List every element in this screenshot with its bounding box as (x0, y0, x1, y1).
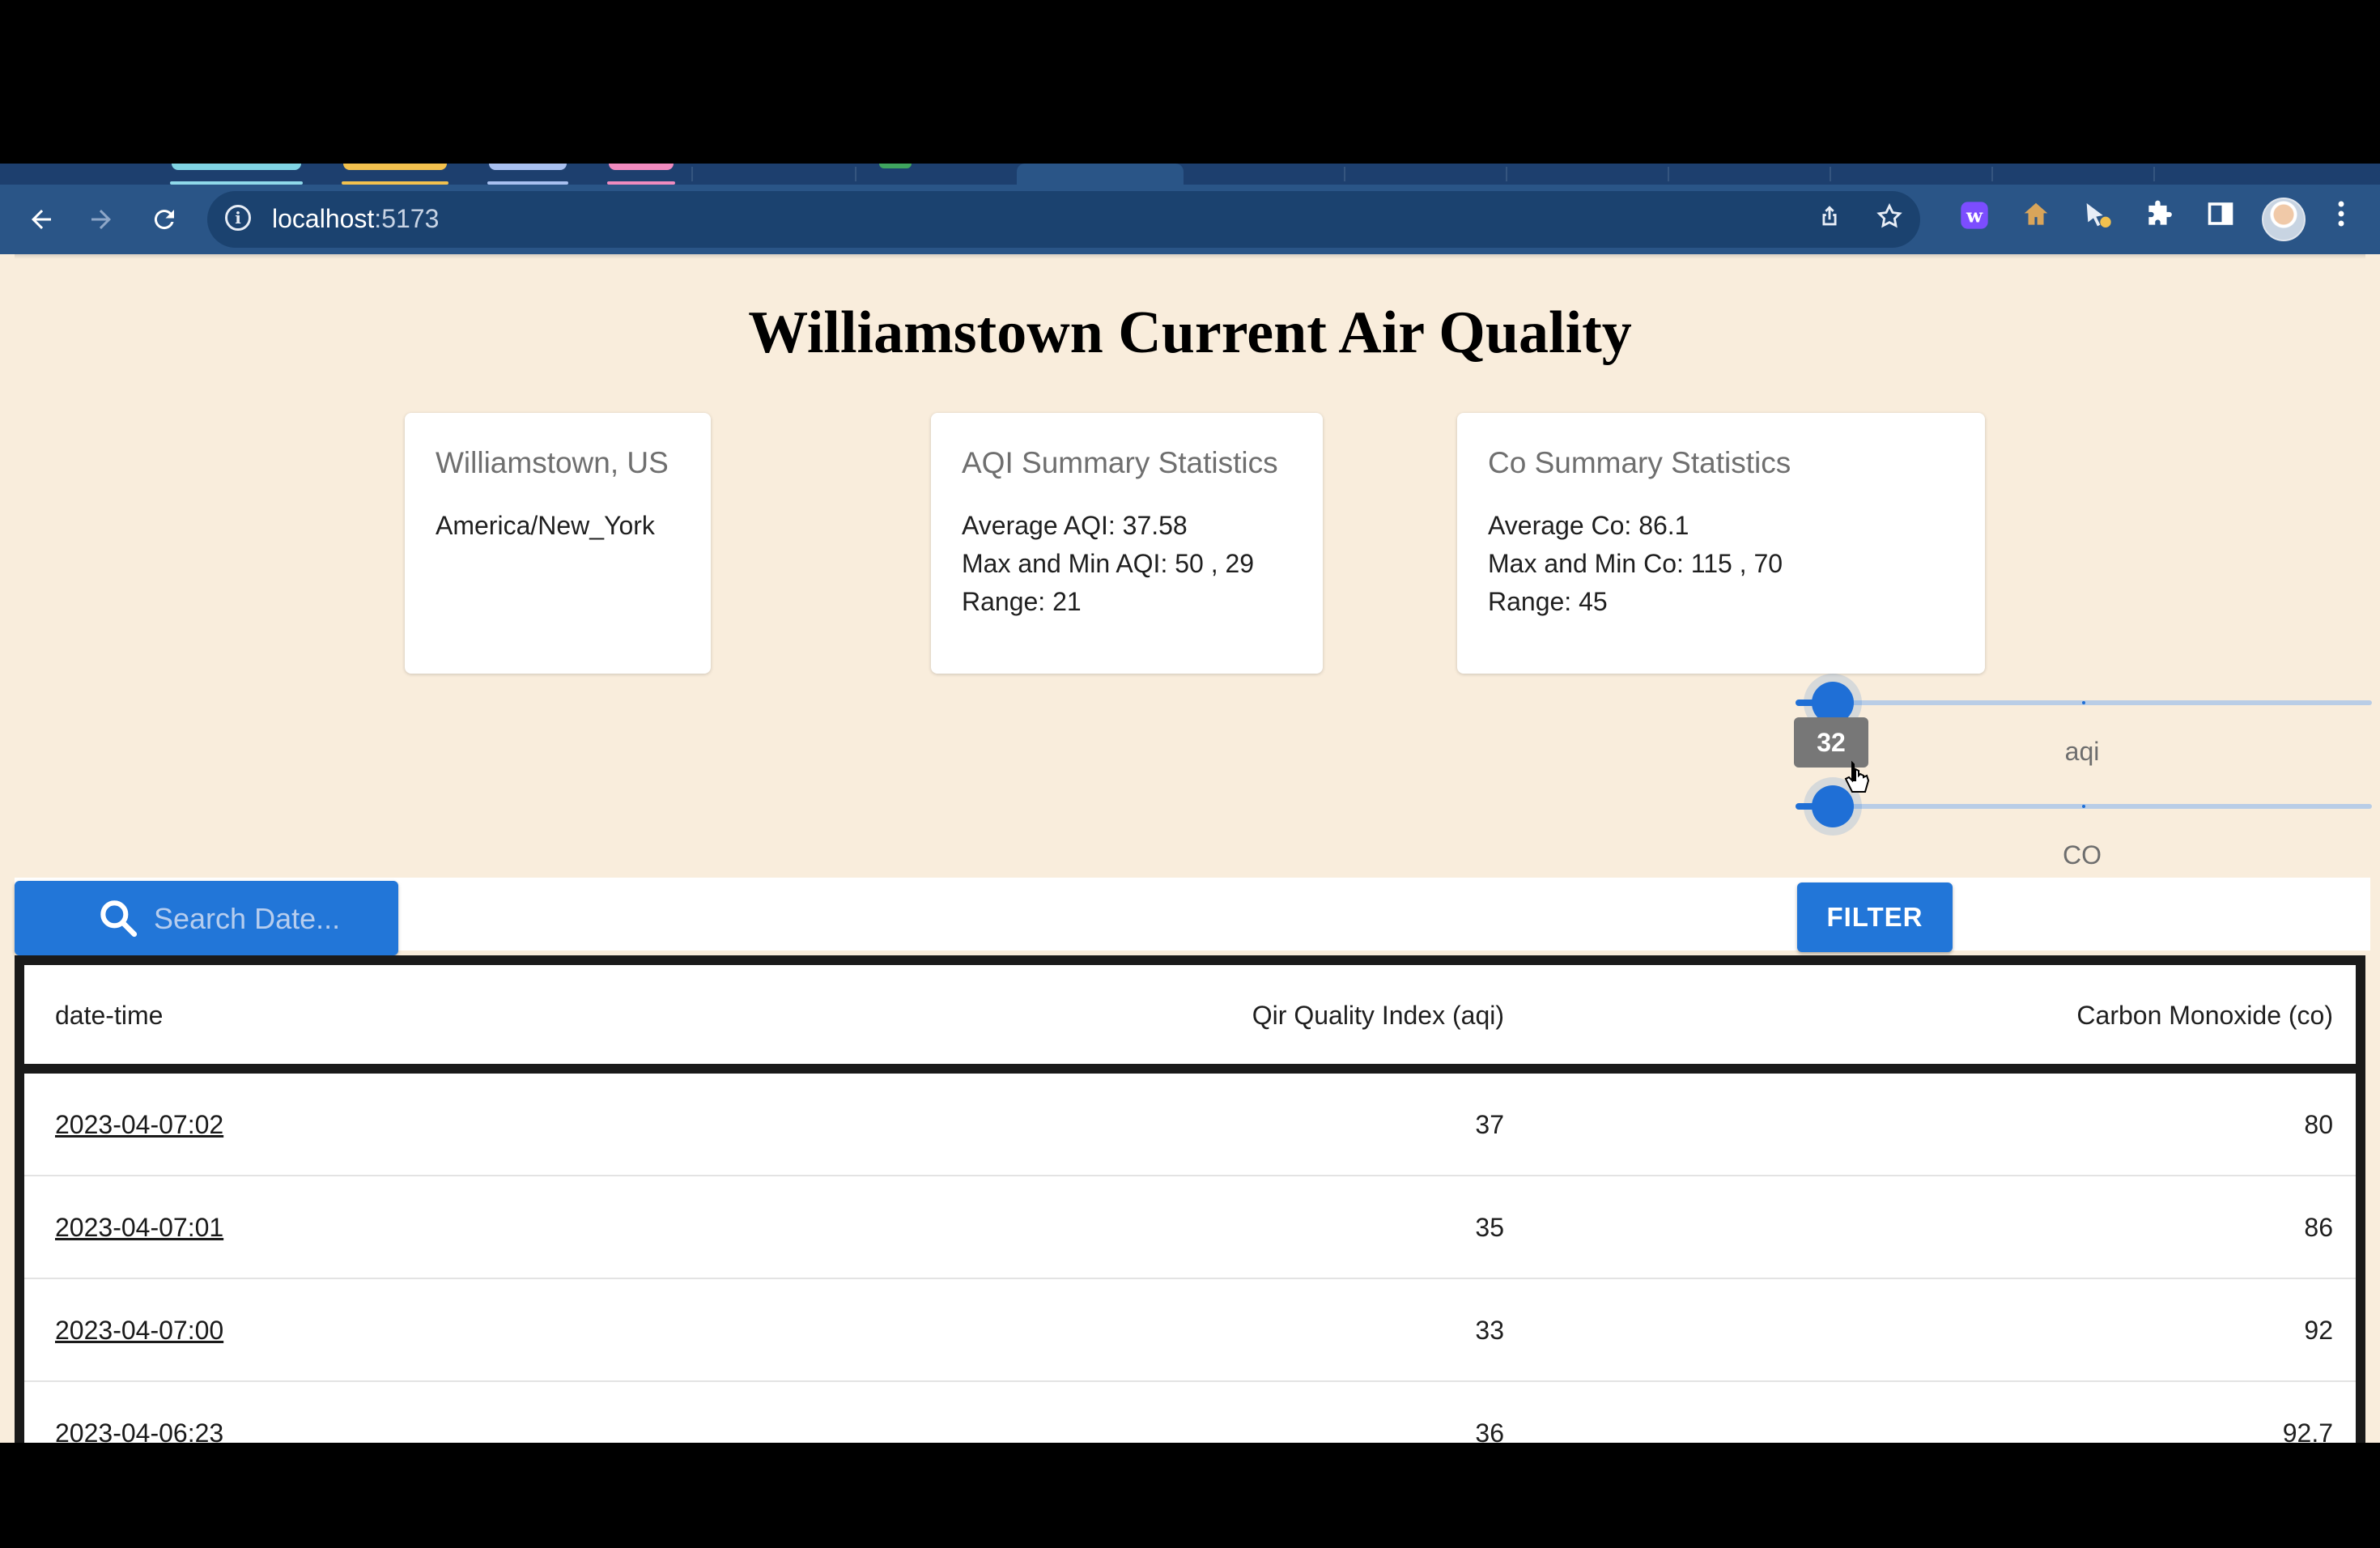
column-header-aqi[interactable]: Qir Quality Index (aqi) (1252, 999, 1504, 1031)
aqi-slider-label: aqi (2064, 737, 2100, 766)
kebab-menu-icon[interactable] (2325, 199, 2357, 240)
co-cell: 86 (2304, 1213, 2333, 1242)
info-icon[interactable]: i (225, 205, 251, 231)
data-table: date-time Qir Quality Index (aqi) Carbon… (15, 955, 2365, 1443)
column-header-datetime[interactable]: date-time (55, 999, 163, 1031)
aqi-max-min: Max and Min AQI: 50 , 29 (962, 549, 1255, 578)
datetime-link[interactable]: 2023-04-07:01 (55, 1211, 223, 1244)
star-icon[interactable] (1873, 202, 1906, 235)
url-text[interactable]: localhost:5173 (272, 202, 439, 235)
tab-separator (1830, 167, 1831, 181)
forward-arrow-icon[interactable] (81, 199, 121, 240)
table-row: 2023-04-06:23 36 92.7 (24, 1382, 2356, 1443)
extension-w-icon[interactable]: w (1954, 199, 1995, 240)
toolbar-shadow (15, 254, 2365, 259)
table-border (24, 955, 2356, 965)
reload-icon[interactable] (144, 199, 185, 240)
aqi-cell: 36 (1475, 1418, 1504, 1443)
extension-cursor-icon[interactable] (2077, 199, 2118, 240)
tab-separator (1506, 167, 1507, 181)
tab-separator (1344, 167, 1345, 181)
co-max-min: Max and Min Co: 115 , 70 (1488, 549, 1783, 578)
timezone-text: America/New_York (436, 511, 655, 540)
svg-text:w: w (1966, 204, 1983, 227)
aqi-cell: 35 (1475, 1213, 1504, 1242)
tab-favicon-cyan[interactable] (172, 164, 301, 170)
filter-button[interactable]: FILTER (1797, 882, 1953, 952)
tab-separator (1668, 167, 1669, 181)
co-summary-card: Co Summary Statistics Average Co: 86.1 M… (1457, 413, 1985, 674)
aqi-average: Average AQI: 37.58 (962, 511, 1188, 540)
aqi-summary-card: AQI Summary Statistics Average AQI: 37.5… (931, 413, 1323, 674)
datetime-link[interactable]: 2023-04-07:02 (55, 1108, 223, 1141)
profile-avatar[interactable] (2262, 198, 2306, 241)
aqi-cell: 33 (1475, 1316, 1504, 1345)
search-input[interactable] (152, 892, 390, 946)
co-cell: 80 (2304, 1110, 2333, 1139)
table-header-row: date-time Qir Quality Index (aqi) Carbon… (24, 965, 2356, 1064)
browser-tab-strip (0, 164, 2380, 185)
column-header-co[interactable]: Carbon Monoxide (co) (2076, 999, 2333, 1031)
co-cell: 92 (2304, 1316, 2333, 1345)
mouse-pointer (1842, 759, 1872, 803)
datetime-link[interactable]: 2023-04-06:23 (55, 1417, 223, 1443)
screen-bottom-letterbox (0, 1443, 2380, 1548)
tab-separator (2153, 167, 2155, 181)
location-card: Williamstown, US America/New_York (405, 413, 711, 674)
aqi-cell: 37 (1475, 1110, 1504, 1139)
tab-separator (691, 167, 693, 181)
table-row: 2023-04-07:01 35 86 (24, 1176, 2356, 1279)
puzzle-icon[interactable] (2139, 199, 2179, 240)
co-slider-mark (2082, 805, 2085, 808)
page-viewport: Williamstown Current Air Quality William… (0, 254, 2380, 1443)
search-icon (100, 900, 138, 938)
back-arrow-icon[interactable] (21, 199, 62, 240)
tab-separator (855, 167, 856, 181)
tab-favicon-green[interactable] (879, 164, 912, 168)
tab-favicon-lavender[interactable] (489, 164, 567, 170)
aqi-summary-heading: AQI Summary Statistics (962, 446, 1278, 479)
co-cell: 92.7 (2282, 1418, 2333, 1443)
page-title: Williamstown Current Air Quality (748, 300, 1632, 366)
side-panel-icon[interactable] (2200, 199, 2241, 240)
search-box[interactable] (15, 881, 398, 955)
share-icon[interactable] (1813, 202, 1846, 235)
aqi-range: Range: 21 (962, 587, 1082, 616)
tab-favicon-yellow[interactable] (343, 164, 447, 170)
datetime-link[interactable]: 2023-04-07:00 (55, 1314, 223, 1346)
co-slider-label: CO (2063, 840, 2102, 870)
tab-separator (1991, 167, 1993, 181)
table-row: 2023-04-07:02 37 80 (24, 1074, 2356, 1176)
active-tab[interactable] (1017, 164, 1184, 185)
table-row: 2023-04-07:00 33 92 (24, 1279, 2356, 1382)
co-range: Range: 45 (1488, 587, 1608, 616)
tab-favicon-pink[interactable] (609, 164, 674, 170)
address-bar[interactable]: i localhost:5173 (207, 191, 1920, 248)
co-summary-heading: Co Summary Statistics (1488, 446, 1791, 479)
co-average: Average Co: 86.1 (1488, 511, 1689, 540)
aqi-slider-mark (2082, 701, 2085, 704)
browser-toolbar: i localhost:5173 w (0, 185, 2380, 254)
table-header-border (24, 1064, 2356, 1074)
location-heading: Williamstown, US (436, 446, 669, 479)
extension-home-icon[interactable] (2016, 199, 2056, 240)
